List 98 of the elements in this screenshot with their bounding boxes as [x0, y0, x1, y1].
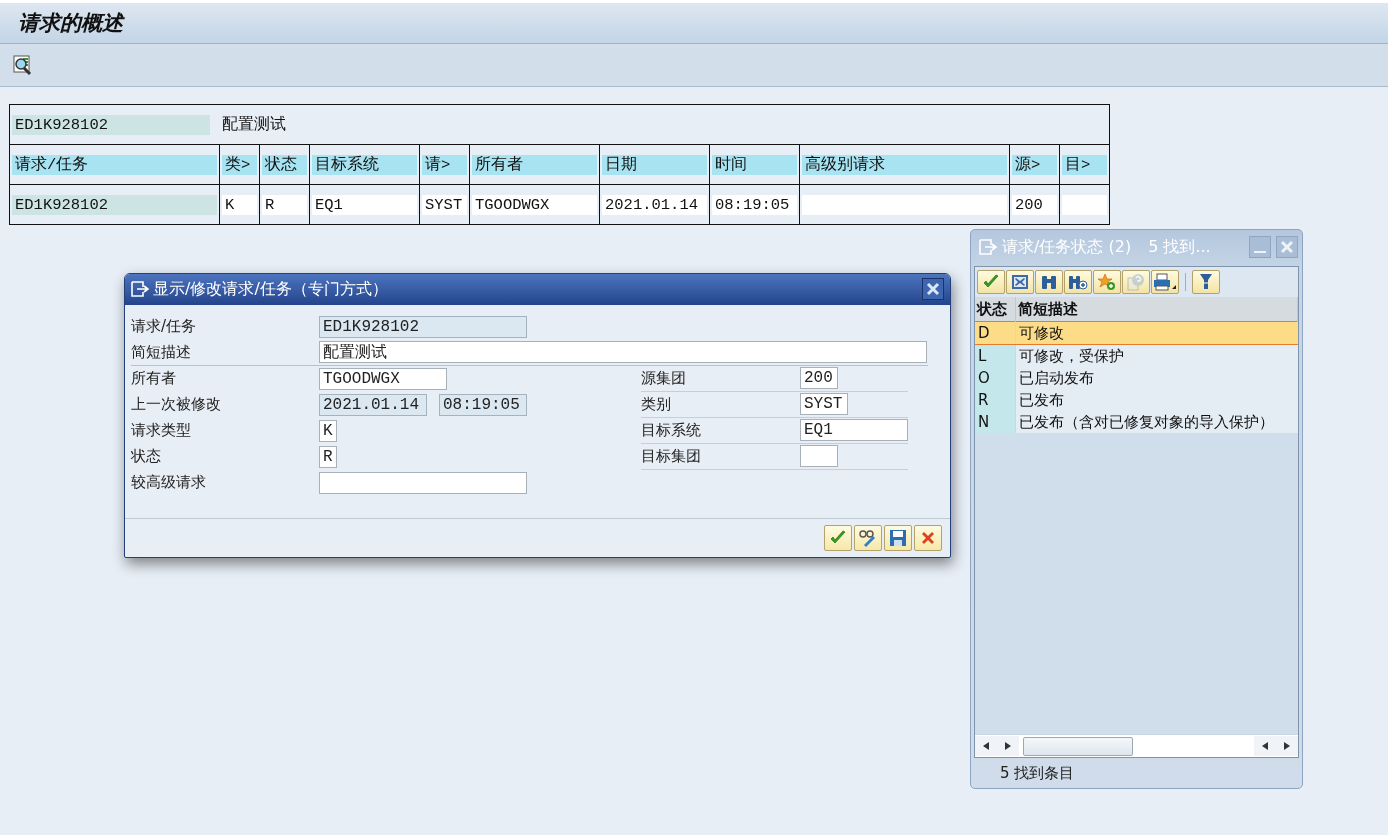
table-cell: EQ1	[312, 194, 417, 215]
input-field[interactable]: EQ1	[800, 419, 908, 442]
close-icon	[920, 529, 936, 546]
request-number: ED1K928102	[12, 114, 210, 135]
filter-button[interactable]	[1192, 270, 1220, 294]
input-field[interactable]: TGOODWGX	[319, 367, 447, 390]
print-button[interactable]	[1151, 270, 1179, 294]
cancel-button[interactable]	[1006, 270, 1034, 294]
input-field[interactable]	[319, 471, 527, 494]
column-header[interactable]: 时间	[712, 154, 797, 175]
column-header[interactable]: 请求/任务	[12, 154, 217, 175]
input-field[interactable]: SYST	[800, 393, 848, 416]
field-label: 较高级请求	[131, 473, 207, 493]
status-code: D	[978, 324, 990, 342]
scroll-left-button[interactable]	[1254, 736, 1276, 756]
column-header[interactable]: 简短描述	[1015, 297, 1298, 322]
confirm-button[interactable]	[824, 524, 852, 551]
status-description: 可修改，受保护	[1019, 346, 1124, 365]
cancel-button[interactable]	[914, 524, 942, 551]
field-label: 源集团	[641, 368, 687, 388]
table-cell: R	[262, 194, 307, 215]
binoculars-icon	[1040, 273, 1058, 291]
glasses-pencil-icon	[858, 528, 878, 547]
scroll-thumb[interactable]	[1023, 736, 1133, 756]
hit-count: 5 找到...	[1148, 236, 1212, 258]
column-header[interactable]: 类>	[222, 154, 257, 175]
status-description: 已发布（含对已修复对象的导入保护）	[1019, 412, 1274, 431]
column-header[interactable]: 源>	[1012, 154, 1057, 175]
find-next-button[interactable]	[1064, 270, 1092, 294]
field-label: 类别	[641, 394, 672, 414]
scroll-right-button[interactable]	[1276, 736, 1298, 756]
field-label: 上一次被修改	[131, 395, 222, 415]
minimize-icon	[1254, 251, 1266, 253]
add-favorite-button[interactable]	[1093, 270, 1121, 294]
input-field[interactable]	[800, 445, 838, 468]
input-field[interactable]: K	[319, 419, 337, 442]
check-icon	[829, 529, 847, 546]
check-icon	[982, 274, 1000, 290]
left-arrow-icon	[983, 742, 989, 750]
request-description: 配置测试	[221, 114, 288, 135]
save-button[interactable]	[884, 524, 912, 551]
field-label: 请求类型	[131, 421, 192, 441]
status-description: 可修改	[1019, 323, 1064, 342]
field-label: 目标系统	[641, 420, 702, 440]
popup-title: 请求/任务状态 (2)	[1002, 236, 1132, 258]
close-icon	[1280, 240, 1294, 254]
column-header[interactable]: 状态	[262, 154, 307, 175]
column-header[interactable]: 目>	[1062, 154, 1108, 175]
column-header[interactable]: 高级别请求	[802, 154, 1007, 175]
printer-icon	[1153, 273, 1177, 291]
field-label: 目标集团	[641, 446, 702, 466]
close-box-icon	[1011, 274, 1029, 290]
field-label: 简短描述	[131, 342, 192, 362]
binoculars-plus-icon	[1068, 273, 1088, 291]
column-header[interactable]: 请>	[422, 154, 467, 175]
status-code: O	[978, 369, 990, 387]
status-code: N	[978, 413, 990, 431]
input-field[interactable]: 200	[800, 367, 838, 390]
display-change-button[interactable]	[854, 524, 882, 551]
close-icon	[926, 282, 940, 297]
input-field[interactable]: R	[319, 445, 337, 468]
column-header[interactable]: 所有者	[472, 154, 597, 175]
confirm-button[interactable]	[977, 270, 1005, 294]
star-plus-icon	[1097, 273, 1117, 291]
scroll-left-button[interactable]	[975, 736, 997, 756]
window-icon	[131, 281, 149, 298]
field-label: 所有者	[131, 369, 177, 389]
find-button[interactable]	[1035, 270, 1063, 294]
table-cell: ED1K928102	[12, 194, 217, 215]
window-icon	[979, 239, 997, 255]
right-arrow-icon	[1284, 742, 1290, 750]
right-arrow-icon	[1005, 742, 1011, 750]
filter-icon	[1198, 273, 1214, 291]
close-button[interactable]	[922, 278, 944, 301]
page-title: 请求的概述	[18, 10, 123, 37]
column-header[interactable]: 状态	[975, 297, 1016, 322]
table-cell: 200	[1012, 194, 1057, 215]
field-label: 请求/任务	[131, 317, 198, 337]
table-cell	[1062, 194, 1108, 215]
column-header[interactable]: 日期	[602, 154, 707, 175]
left-arrow-icon	[1262, 742, 1268, 750]
horizontal-scrollbar[interactable]	[975, 734, 1298, 757]
status-code: R	[978, 391, 989, 409]
table-cell: K	[222, 194, 257, 215]
status-description: 已发布	[1019, 390, 1064, 409]
status-description: 已启动发布	[1019, 368, 1094, 387]
status-code: L	[978, 347, 987, 365]
status-text: 5 找到条目	[1000, 763, 1075, 783]
input-field[interactable]: 配置测试	[319, 341, 927, 364]
scroll-right-button[interactable]	[997, 736, 1019, 756]
dialog-title: 显示/修改请求/任务（专门方式）	[153, 278, 389, 300]
table-cell: SYST	[422, 194, 467, 215]
column-header[interactable]: 目标系统	[312, 154, 417, 175]
help-icon	[1126, 273, 1146, 291]
table-cell: TGOODWGX	[472, 194, 597, 215]
table-cell: 2021.01.14	[602, 194, 707, 215]
field-label: 状态	[131, 447, 162, 467]
table-cell: 08:19:05	[712, 194, 797, 215]
